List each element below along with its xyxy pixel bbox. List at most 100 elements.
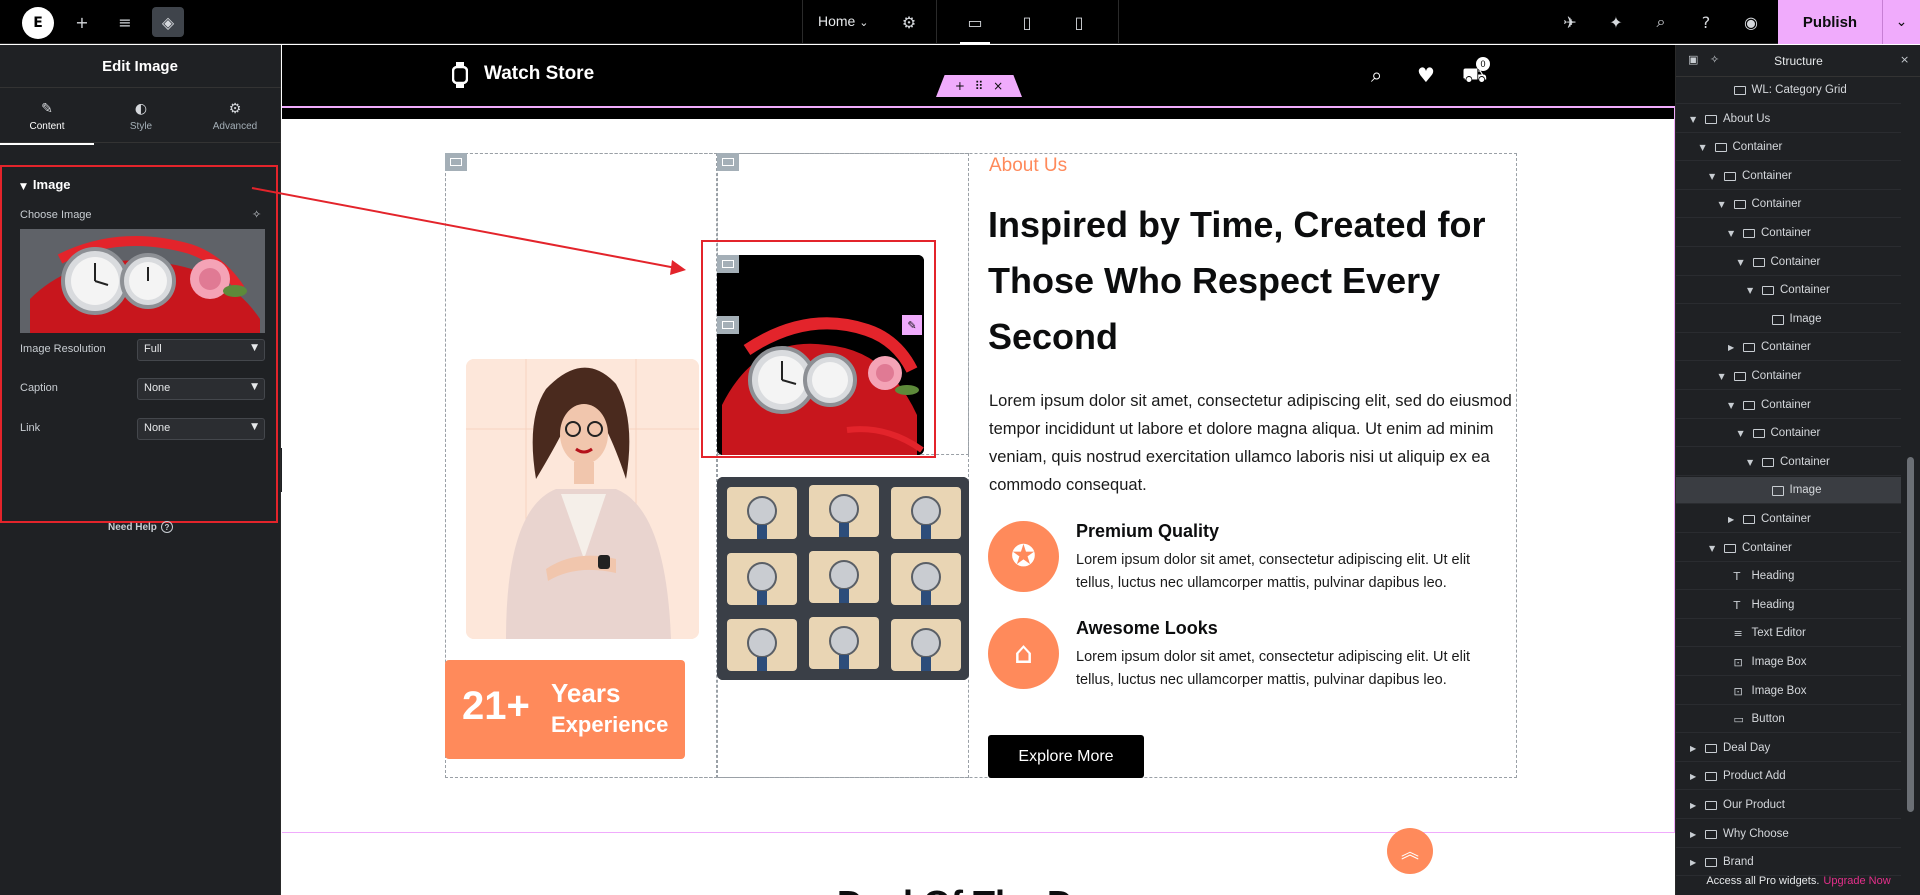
add-icon[interactable]: + [66,7,98,37]
structure-node[interactable]: ▭ Button [1676,706,1901,734]
structure-node[interactable]: T Heading [1676,592,1901,619]
caret-down-icon[interactable]: ▼ [1747,286,1753,295]
caret-right-icon[interactable]: ▶ [1728,343,1734,352]
structure-node[interactable]: ▶ Deal Day [1676,735,1901,762]
add-icon[interactable]: + [955,79,965,93]
structure-node[interactable]: ▼ Container [1676,163,1901,190]
caret-down-icon[interactable]: ▼ [1700,143,1706,152]
caret-right-icon[interactable]: ▶ [1690,858,1696,867]
caret-right-icon[interactable]: ▶ [1690,801,1696,810]
tablet-icon[interactable]: ▯ [1002,0,1052,44]
section-title: Image [32,177,71,192]
layers-icon[interactable]: ◈ [152,7,184,37]
structure-node[interactable]: ▶ Container [1676,506,1901,533]
site-search-icon[interactable]: ⌕ [1371,63,1382,87]
link-select[interactable]: None ▼ [137,418,265,440]
desktop-icon[interactable]: ▭ [950,0,1000,44]
section-handle[interactable]: + ⠿ × [936,75,1022,97]
search-icon[interactable]: ⌕ [1645,7,1677,37]
upgrade-now-link[interactable]: Upgrade Now [1823,875,1890,887]
structure-node[interactable]: ▼ Container [1676,134,1901,162]
container-tag-icon[interactable] [717,153,739,171]
site-brand-name[interactable]: Watch Store [484,63,594,85]
watch-display-image[interactable] [717,477,969,680]
structure-node[interactable]: ▼ Container [1676,535,1901,562]
structure-node[interactable]: ▼ Container [1676,449,1901,476]
caret-right-icon[interactable]: ▶ [1690,830,1696,839]
publish-options-chevron-icon[interactable]: ⌄ [1882,0,1920,44]
image-thumbnail[interactable] [20,229,265,333]
caret-down-icon[interactable]: ▼ [1709,544,1715,553]
drag-handle-icon[interactable]: ⠿ [975,79,984,93]
publish-button[interactable]: Publish [1778,0,1882,44]
panel-title: Edit Image [102,57,178,75]
structure-node[interactable]: ⊡ Image Box [1676,678,1901,705]
caret-down-icon[interactable]: ▼ [1719,200,1725,209]
wishlist-heart-icon[interactable]: ♥ [1417,63,1435,87]
structure-node[interactable]: T Heading [1676,563,1901,591]
close-icon[interactable]: × [1900,53,1909,66]
structure-node[interactable]: ▼ Container [1676,392,1901,419]
next-section-heading[interactable]: Deal Of The Day [837,883,1113,895]
structure-node-label: Container [1761,227,1811,239]
container-tag-icon[interactable] [445,153,467,171]
image-resolution-select[interactable]: Full ▼ [137,339,265,361]
structure-node[interactable]: ▶ Our Product [1676,792,1901,819]
caret-down-icon[interactable]: ▼ [1738,258,1744,267]
caret-down-icon[interactable]: ▼ [1719,372,1725,381]
page-selector[interactable]: Home ⌄ [818,13,868,29]
section-outline [282,832,1675,833]
structure-node[interactable]: WL: Category Grid [1676,77,1901,104]
structure-node[interactable]: ▼ Container [1676,363,1901,390]
structure-node[interactable]: ▼ Container [1676,249,1901,276]
tab-advanced[interactable]: ⚙ Advanced [188,88,282,144]
caret-down-icon[interactable]: ▼ [1690,115,1696,124]
structure-node[interactable]: ▼ Container [1676,277,1901,305]
mobile-icon[interactable]: ▯ [1054,0,1104,44]
gear-icon: ⚙ [228,100,242,117]
about-eyebrow-heading[interactable]: About Us [989,155,1067,177]
caret-right-icon[interactable]: ▶ [1690,744,1696,753]
structure-scrollbar[interactable] [1904,77,1916,867]
caption-select[interactable]: None ▼ [137,378,265,400]
page-settings-gear-icon[interactable]: ⚙ [893,7,925,37]
caret-down-icon[interactable]: ▼ [1747,458,1753,467]
rocket-icon[interactable]: ✈ [1554,7,1586,37]
close-icon[interactable]: × [993,79,1003,93]
need-help-link[interactable]: Need Help? [108,521,173,533]
structure-node[interactable]: ≡ Text Editor [1676,620,1901,648]
tab-content[interactable]: ✎ Content [0,88,94,145]
image-section-header[interactable]: ▼ Image [20,177,71,192]
structure-node[interactable]: ▼ Container [1676,220,1901,247]
scrollbar-thumb[interactable] [1907,457,1914,812]
caret-down-icon[interactable]: ▼ [1738,429,1744,438]
tab-style[interactable]: ◐ Style [94,88,188,144]
explore-more-button[interactable]: Explore More [988,735,1144,778]
woman-photo[interactable] [466,359,699,639]
elementor-logo-icon[interactable]: E [22,7,54,39]
feature-image-box[interactable]: ✪ Premium Quality Lorem ipsum dolor sit … [988,521,1508,601]
scroll-to-top-icon[interactable]: ︽ [1387,828,1433,874]
caret-down-icon[interactable]: ▼ [1728,229,1734,238]
feature-image-box[interactable]: ⌂ Awesome Looks Lorem ipsum dolor sit am… [988,618,1508,698]
preview-eye-icon[interactable]: ◉ [1735,7,1767,37]
caret-down-icon[interactable]: ▼ [1728,401,1734,410]
about-text-editor[interactable]: Lorem ipsum dolor sit amet, consectetur … [989,387,1519,499]
structure-node[interactable]: Image [1676,477,1901,505]
ai-sparkle-icon[interactable]: ✧ [252,208,261,221]
settings-sliders-icon[interactable]: ≡ [109,7,141,37]
notifications-icon[interactable]: ✦ [1600,7,1632,37]
structure-node[interactable]: Image [1676,306,1901,333]
caret-down-icon[interactable]: ▼ [1709,172,1715,181]
structure-node[interactable]: ▼ Container [1676,191,1901,219]
structure-node[interactable]: ▶ Why Choose [1676,821,1901,848]
structure-node[interactable]: ▶ Container [1676,334,1901,362]
structure-node[interactable]: ▼ About Us [1676,106,1901,133]
structure-node[interactable]: ⊡ Image Box [1676,649,1901,676]
about-title-heading[interactable]: Inspired by Time, Created for Those Who … [988,197,1528,365]
caret-right-icon[interactable]: ▶ [1728,515,1734,524]
structure-node[interactable]: ▼ Container [1676,420,1901,448]
help-icon[interactable]: ? [1690,7,1722,37]
caret-right-icon[interactable]: ▶ [1690,772,1696,781]
structure-node[interactable]: ▶ Product Add [1676,763,1901,791]
